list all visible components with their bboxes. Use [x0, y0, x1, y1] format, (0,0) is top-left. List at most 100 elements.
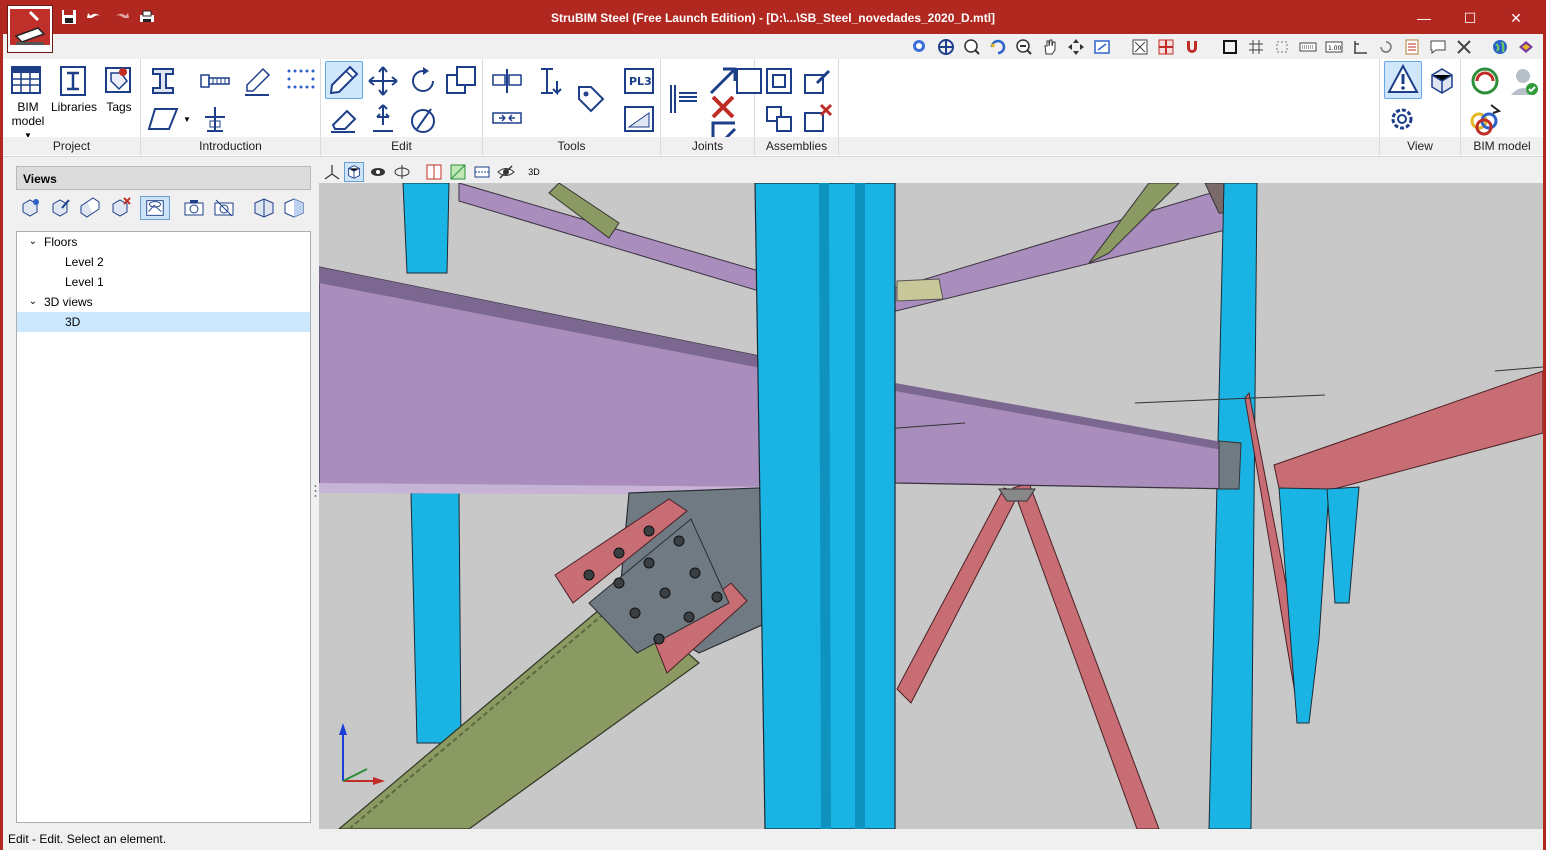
plate-button[interactable] [145, 101, 181, 137]
close-button[interactable]: ✕ [1493, 3, 1539, 34]
section-view-icon[interactable] [252, 196, 276, 220]
view-warnings-button[interactable] [1384, 61, 1422, 99]
tree-node-floors[interactable]: ⌄ Floors [17, 232, 310, 252]
maximize-button[interactable]: ☐ [1447, 3, 1493, 34]
layers-icon[interactable] [1403, 38, 1421, 56]
assembly-new-button[interactable] [761, 63, 797, 99]
save-icon[interactable] [59, 9, 79, 29]
chevron-down-icon[interactable]: ⌄ [27, 232, 39, 252]
wire-view-icon[interactable] [392, 162, 412, 182]
tree-node-3d-views[interactable]: ⌄ 3D views [17, 292, 310, 312]
stretch-button[interactable] [365, 101, 401, 137]
settings-gear-icon[interactable] [1384, 101, 1420, 137]
view-visibility-icon[interactable] [140, 196, 170, 220]
camera-icon[interactable] [182, 196, 206, 220]
globe-icon[interactable] [1491, 38, 1509, 56]
copy-button[interactable] [443, 63, 479, 99]
extend-button[interactable] [531, 63, 567, 99]
refresh-view-icon[interactable] [989, 38, 1007, 56]
tools-icon[interactable] [1455, 38, 1473, 56]
axes-icon[interactable] [322, 162, 342, 182]
steel-model-scene[interactable] [319, 183, 1543, 829]
magnet-icon[interactable] [1183, 38, 1201, 56]
window-title: StruBIM Steel (Free Launch Edition) - [D… [550, 11, 996, 25]
bim-model-button[interactable] [8, 63, 44, 99]
view-3d-toggle[interactable]: 3D [524, 162, 544, 182]
view-3d-box-button[interactable] [1424, 63, 1460, 99]
grid-snap-icon[interactable] [1157, 38, 1175, 56]
bolt-button[interactable] [197, 63, 233, 99]
keyboard-icon[interactable] [1299, 38, 1317, 56]
tags-button[interactable] [101, 63, 137, 99]
move-button[interactable] [365, 63, 401, 99]
app-logo[interactable] [7, 5, 53, 53]
copy-view-icon[interactable] [78, 196, 102, 220]
weld-button[interactable] [239, 63, 275, 99]
minimize-button[interactable]: — [1401, 3, 1447, 34]
clip-box-icon[interactable] [424, 162, 444, 182]
points-icon[interactable] [1273, 38, 1291, 56]
render-view-icon[interactable] [368, 162, 388, 182]
joint-edit-icon[interactable] [705, 63, 737, 95]
new-view-icon[interactable] [18, 196, 42, 220]
edit-view-icon[interactable] [48, 196, 72, 220]
measure-icon[interactable] [1131, 38, 1149, 56]
ribbon-group-edit: Edit [321, 59, 483, 157]
scale-icon[interactable]: 1.00 [1325, 38, 1343, 56]
tree-node-3d[interactable]: 3D [17, 312, 310, 332]
hidden-lines-icon[interactable] [472, 162, 492, 182]
pl3-button[interactable]: PL3 [621, 63, 657, 99]
assembly-delete-button[interactable] [799, 101, 835, 137]
camera-settings-icon[interactable] [212, 196, 236, 220]
plate-dropdown-icon[interactable]: ▼ [183, 113, 191, 127]
tag-button[interactable] [573, 81, 609, 117]
pan-hand-icon[interactable] [1041, 38, 1059, 56]
status-bar: Edit - Edit. Select an element. [3, 829, 1543, 850]
clip-plane-icon[interactable] [448, 162, 468, 182]
panel-splitter[interactable] [314, 483, 317, 499]
book-icon[interactable] [1517, 38, 1535, 56]
joint-copy-icon[interactable] [705, 115, 737, 147]
zoom-window-icon[interactable] [911, 38, 929, 56]
erase-button[interactable] [325, 101, 361, 137]
visibility-eye-icon[interactable] [496, 162, 516, 182]
orbit-icon[interactable] [1067, 38, 1085, 56]
view-window-icon[interactable] [1093, 38, 1111, 56]
frame-icon[interactable] [1221, 38, 1239, 56]
bimserver-icon[interactable] [1467, 63, 1503, 99]
grid-points-button[interactable] [283, 63, 319, 99]
3d-viewport[interactable] [319, 183, 1543, 829]
zoom-icon[interactable] [963, 38, 981, 56]
chevron-down-icon[interactable]: ⌄ [27, 292, 39, 312]
print-icon[interactable] [137, 9, 157, 29]
edit-button[interactable] [325, 61, 363, 99]
delete-view-icon[interactable] [108, 196, 132, 220]
comment-icon[interactable] [1429, 38, 1447, 56]
bim-share-icon[interactable] [1467, 101, 1503, 137]
anchor-button[interactable] [197, 101, 233, 137]
zoom-all-icon[interactable] [937, 38, 955, 56]
joint-delete-icon[interactable] [705, 89, 735, 119]
grid-icon[interactable] [1247, 38, 1265, 56]
assembly-add-button[interactable] [761, 101, 797, 137]
libraries-button[interactable] [55, 63, 91, 99]
solid-view-icon[interactable] [344, 162, 364, 182]
joint-button[interactable] [665, 81, 701, 117]
redo-icon[interactable] [111, 9, 131, 29]
assembly-edit-button[interactable] [799, 63, 835, 99]
rotate-button[interactable] [405, 63, 441, 99]
steel-profile-button[interactable] [145, 63, 181, 99]
section-cut-icon[interactable] [282, 196, 306, 220]
user-account-icon[interactable] [1505, 63, 1541, 99]
join-button[interactable] [489, 101, 525, 137]
split-button[interactable] [489, 63, 525, 99]
joint-window-icon[interactable] [731, 63, 762, 94]
export-plate-button[interactable] [621, 101, 657, 137]
arc-button[interactable] [405, 101, 441, 137]
undo-icon[interactable] [85, 9, 105, 29]
tree-node-level-1[interactable]: Level 1 [17, 272, 310, 292]
level-icon[interactable] [1351, 38, 1369, 56]
rotate-icon[interactable] [1377, 38, 1395, 56]
zoom-out-icon[interactable] [1015, 38, 1033, 56]
tree-node-level-2[interactable]: Level 2 [17, 252, 310, 272]
